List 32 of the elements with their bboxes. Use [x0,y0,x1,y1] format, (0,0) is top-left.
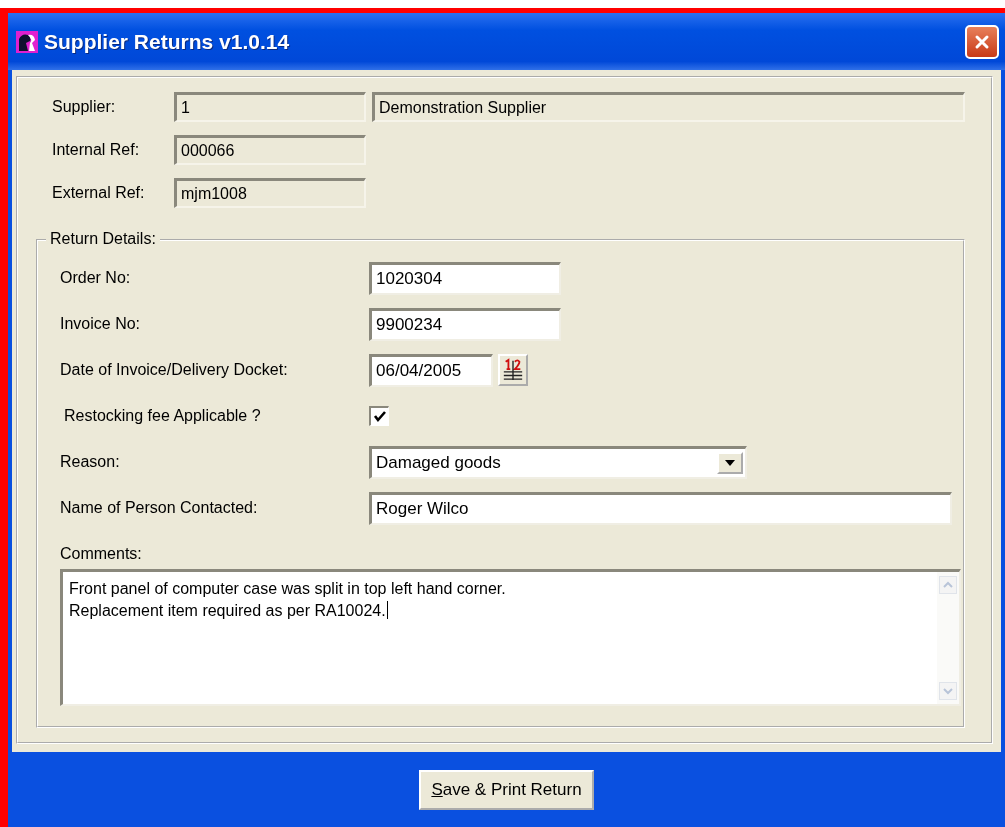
field-label: External Ref: [51,184,146,202]
readonly-field[interactable]: 000066 [174,135,366,165]
readonly-field[interactable]: 1 [174,92,366,122]
field-label: Name of Person Contacted: [60,499,259,517]
checkbox[interactable] [369,406,389,426]
input-field[interactable]: 9900234 [369,307,561,341]
readonly-field[interactable]: Demonstration Supplier [372,92,965,122]
reason-dropdown[interactable]: Damaged goods [369,445,747,479]
comment-line: Front panel of computer case was split in top left hand corner. [69,579,507,599]
comments-field[interactable]: Front panel of computer case was split in top left hand corner. Replacement item required as per RA10024. [60,569,961,706]
input-field[interactable]: 1020304 [369,261,561,295]
comment-line: Replacement item required as per RA10024. [69,600,389,621]
date-field[interactable]: 06/04/2005 [369,353,493,387]
input-field[interactable]: Roger Wilco [369,491,952,525]
readonly-field[interactable]: mjm1008 [174,178,366,208]
calendar-icon [502,358,524,382]
field-label: Reason: [60,453,121,471]
save-print-button[interactable]: Save & Print Return [419,769,594,810]
field-label: Supplier: [51,98,117,116]
field-label: Comments: [60,545,143,563]
calendar-button[interactable] [498,354,528,386]
field-label: Internal Ref: [51,141,141,159]
field-label: Order No: [60,269,132,287]
window-title: Supplier Returns v1.0.14 [44,29,291,54]
checkmark-icon [372,409,387,424]
dropdown-arrow-icon [725,459,735,466]
close-button[interactable] [965,24,999,59]
field-label: Date of Invoice/Delivery Docket: [60,361,289,379]
field-label: Invoice No: [60,315,142,333]
app-icon [16,30,38,53]
close-icon [974,33,990,50]
field-label: Restocking fee Applicable ? [63,407,262,425]
